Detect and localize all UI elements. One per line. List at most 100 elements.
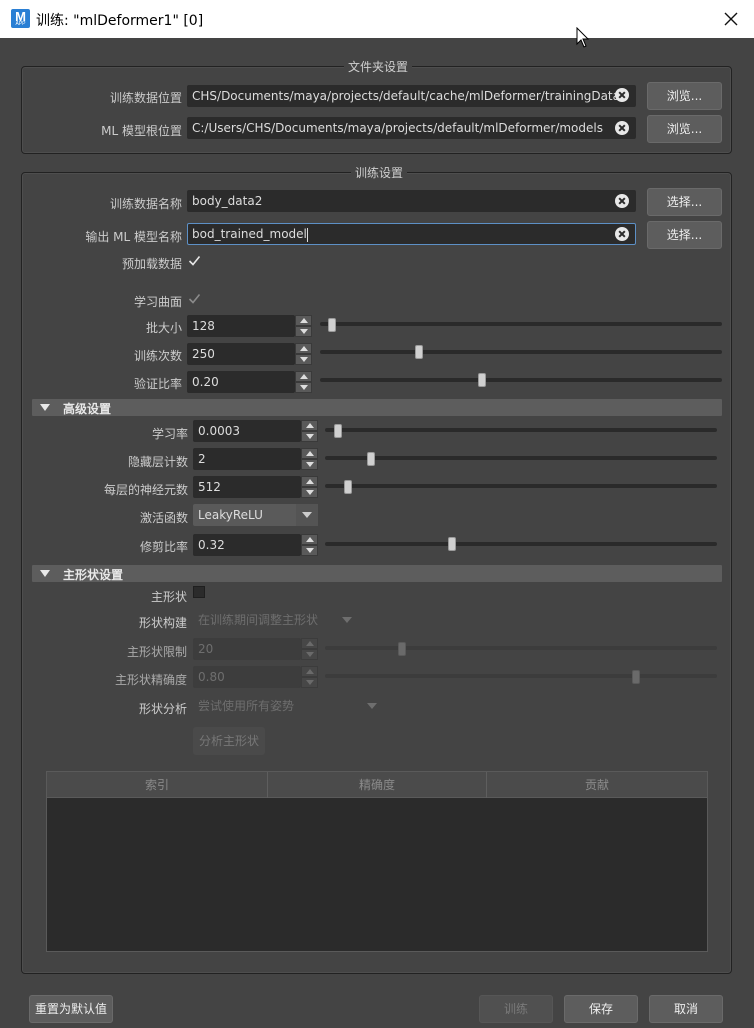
learning-rate-spinner[interactable] [301,420,318,442]
dropout-ratio-slider-track[interactable] [325,542,717,546]
neurons-per-layer-slider-track[interactable] [325,484,717,488]
spin-up-icon[interactable] [301,476,318,487]
maya-app-icon: M APP [11,9,30,28]
dropout-ratio-slider-handle[interactable] [448,537,456,551]
neurons-per-layer-spinner[interactable] [301,476,318,498]
neurons-per-layer-field[interactable]: 512 [193,476,301,498]
column-header-accuracy[interactable]: 精确度 [268,772,487,798]
collapse-triangle-icon[interactable] [40,404,50,411]
shape-limit-slider-track[interactable] [325,646,717,650]
main-shapes-header[interactable]: 主形状设置 [32,565,722,582]
training-data-location-value: CHS/Documents/maya/projects/default/cach… [192,89,620,103]
spin-up-icon[interactable] [301,638,318,649]
spin-up-icon[interactable] [295,343,312,354]
validation-ratio-field[interactable]: 0.20 [187,371,295,393]
folder-settings-group [21,66,732,154]
spin-up-icon[interactable] [301,534,318,545]
epochs-value: 250 [192,347,215,361]
browse-training-data-button[interactable]: 浏览... [647,82,722,110]
select-training-data-button[interactable]: 选择... [647,188,722,216]
learning-rate-slider-handle[interactable] [334,424,342,438]
learn-curve-checkbox[interactable] [188,292,201,305]
clear-icon[interactable] [615,194,629,208]
spin-down-icon[interactable] [301,677,318,688]
spin-up-icon[interactable] [301,666,318,677]
epochs-slider-handle[interactable] [415,345,423,359]
spin-up-icon[interactable] [295,315,312,326]
spin-down-icon[interactable] [295,354,312,365]
shape-accuracy-spinner[interactable] [301,666,318,688]
validation-ratio-spinner[interactable] [295,371,312,393]
column-header-index[interactable]: 索引 [47,772,268,798]
analyze-main-shapes-button[interactable]: 分析主形状 [193,727,265,755]
column-header-contribution[interactable]: 贡献 [487,772,707,798]
chevron-down-icon[interactable] [361,695,383,717]
shape-build-dropdown[interactable]: 在训练期间调整主形状 [193,609,358,631]
shape-accuracy-label: 主形状精确度 [114,673,187,687]
training-data-location-field[interactable]: CHS/Documents/maya/projects/default/cach… [187,85,636,107]
select-output-model-button[interactable]: 选择... [647,221,722,249]
validation-ratio-slider-handle[interactable] [478,373,486,387]
clear-icon[interactable] [615,227,629,241]
close-icon[interactable] [718,6,744,32]
spin-up-icon[interactable] [301,420,318,431]
preload-data-checkbox[interactable] [188,254,201,267]
reset-defaults-button[interactable]: 重置为默认值 [29,995,113,1023]
shape-limit-spinner[interactable] [301,638,318,660]
advanced-settings-header[interactable]: 高级设置 [32,399,722,416]
validation-ratio-slider-track[interactable] [320,378,722,382]
shape-accuracy-field[interactable]: 0.80 [193,666,301,688]
shape-accuracy-slider-handle[interactable] [632,670,640,684]
chevron-down-icon[interactable] [336,609,358,631]
cancel-button[interactable]: 取消 [649,995,723,1023]
batch-size-slider-handle[interactable] [328,318,336,332]
batch-size-spinner[interactable] [295,315,312,337]
validation-ratio-value: 0.20 [192,375,219,389]
learning-rate-slider-track[interactable] [325,428,717,432]
shape-analysis-dropdown[interactable]: 尝试使用所有姿势 [193,695,383,717]
shape-limit-slider-handle[interactable] [398,642,406,656]
activation-dropdown[interactable]: LeakyReLU [193,504,318,526]
epochs-spinner[interactable] [295,343,312,365]
spin-down-icon[interactable] [295,326,312,337]
clear-icon[interactable] [615,121,629,135]
neurons-per-layer-slider-handle[interactable] [344,480,352,494]
spin-up-icon[interactable] [295,371,312,382]
clear-icon[interactable] [615,88,629,102]
batch-size-slider-track[interactable] [320,322,722,326]
shape-analysis-value: 尝试使用所有姿势 [198,699,295,713]
training-data-name-field[interactable]: body_data2 [187,190,636,212]
browse-model-root-button[interactable]: 浏览... [647,115,722,143]
spin-down-icon[interactable] [301,649,318,660]
spin-down-icon[interactable] [301,459,318,470]
hidden-layers-spinner[interactable] [301,448,318,470]
output-model-name-field[interactable]: bod_trained_model [187,223,636,245]
batch-size-field[interactable]: 128 [187,315,295,337]
spin-up-icon[interactable] [301,448,318,459]
chevron-down-icon[interactable] [296,504,318,526]
app-icon-sub: APP [15,21,26,27]
dropout-ratio-field[interactable]: 0.32 [193,534,301,556]
spin-down-icon[interactable] [301,545,318,556]
learning-rate-field[interactable]: 0.0003 [193,420,301,442]
save-button[interactable]: 保存 [564,995,638,1023]
neurons-per-layer-value: 512 [198,480,221,494]
hidden-layers-field[interactable]: 2 [193,448,301,470]
main-shape-checkbox[interactable] [193,586,205,598]
training-settings-title: 训练设置 [351,164,408,181]
shape-limit-value: 20 [198,642,214,656]
hidden-layers-slider-handle[interactable] [367,452,375,466]
collapse-triangle-icon[interactable] [40,570,50,577]
shape-accuracy-slider-track[interactable] [325,674,717,678]
epochs-field[interactable]: 250 [187,343,295,365]
spin-down-icon[interactable] [301,431,318,442]
epochs-slider-track[interactable] [320,350,722,354]
hidden-layers-slider-track[interactable] [325,456,717,460]
shape-limit-field[interactable]: 20 [193,638,301,660]
title-bar: M APP 训练: "mlDeformer1" [0] [0,0,754,48]
ml-model-root-field[interactable]: C:/Users/CHS/Documents/maya/projects/def… [187,117,636,139]
spin-down-icon[interactable] [301,487,318,498]
spin-down-icon[interactable] [295,382,312,393]
dropout-ratio-spinner[interactable] [301,534,318,556]
train-button[interactable]: 训练 [479,995,553,1023]
